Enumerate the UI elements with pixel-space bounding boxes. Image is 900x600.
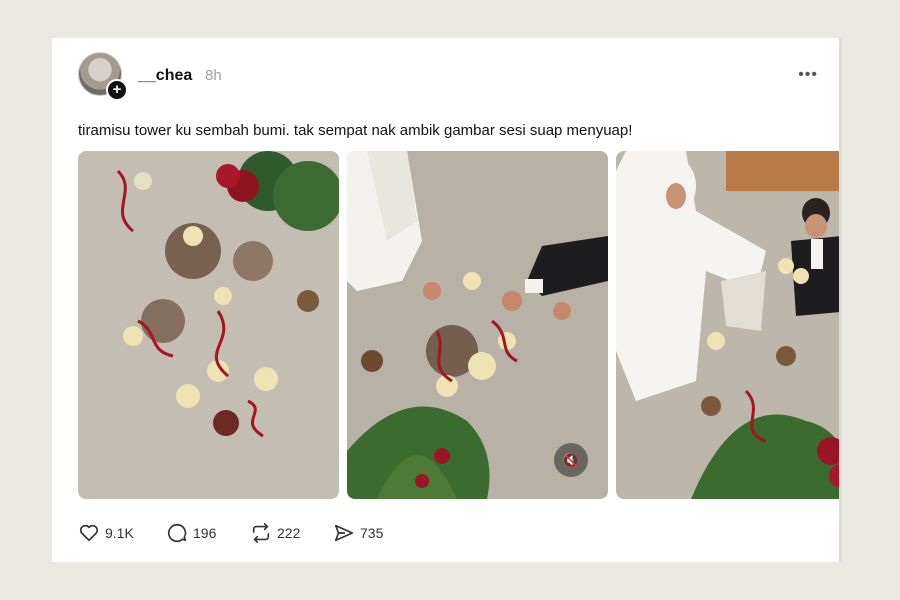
post-card: + __chea 8h ••• tiramisu tower ku sembah…: [52, 38, 842, 562]
share-count: 735: [360, 525, 384, 541]
repost-button[interactable]: 222: [250, 522, 300, 544]
speaker-muted-icon[interactable]: 🔇: [554, 443, 588, 477]
more-options-icon[interactable]: •••: [798, 66, 818, 84]
repost-icon: [252, 523, 270, 543]
like-button[interactable]: 9.1K: [78, 522, 134, 544]
username[interactable]: __chea: [138, 67, 192, 85]
send-icon: [334, 524, 354, 542]
photo-2[interactable]: 🔇: [347, 151, 608, 499]
media-carousel[interactable]: 🔇: [78, 151, 839, 499]
reply-count: 196: [193, 525, 217, 541]
like-count: 9.1K: [105, 525, 134, 541]
photo-1[interactable]: [78, 151, 339, 499]
post-time: 8h: [205, 67, 222, 84]
post-actions: 9.1K 196 222 735: [78, 522, 578, 548]
post-header: + __chea 8h •••: [78, 52, 818, 102]
comment-icon: [167, 523, 187, 543]
repost-count: 222: [277, 525, 301, 541]
post-caption: tiramisu tower ku sembah bumi. tak sempa…: [78, 122, 633, 139]
heart-icon: [79, 524, 99, 542]
reply-button[interactable]: 196: [166, 522, 216, 544]
photo-3[interactable]: [616, 151, 839, 499]
follow-plus-icon[interactable]: +: [106, 79, 128, 101]
share-button[interactable]: 735: [333, 522, 383, 544]
